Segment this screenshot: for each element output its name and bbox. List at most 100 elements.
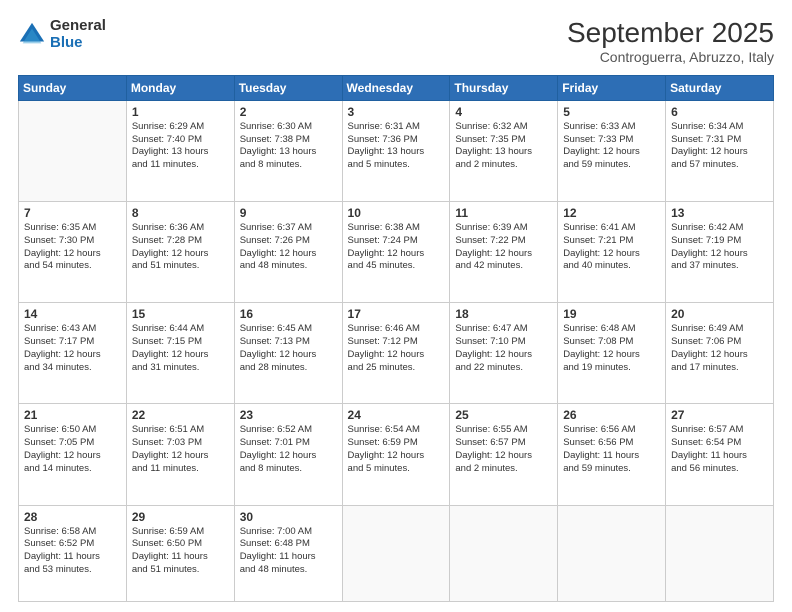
- day-info: Sunrise: 6:30 AMSunset: 7:38 PMDaylight:…: [240, 121, 337, 172]
- calendar-cell: 24Sunrise: 6:54 AMSunset: 6:59 PMDayligh…: [342, 404, 450, 505]
- calendar-cell: 3 Sunrise: 6:31 AMSunset: 7:36 PMDaylight…: [342, 100, 450, 201]
- calendar-title: September 2025: [567, 18, 774, 49]
- day-info: Sunrise: 6:31 AMSunset: 7:36 PMDaylight:…: [348, 121, 445, 172]
- calendar-cell: 5 Sunrise: 6:33 AMSunset: 7:33 PMDaylight…: [558, 100, 666, 201]
- day-info: Sunrise: 6:32 AMSunset: 7:35 PMDaylight:…: [455, 121, 552, 172]
- calendar-cell: 21Sunrise: 6:50 AMSunset: 7:05 PMDayligh…: [19, 404, 127, 505]
- header-monday: Monday: [126, 75, 234, 100]
- calendar-cell: 26 Sunrise: 6:56 AMSunset: 6:56 PMDayligh…: [558, 404, 666, 505]
- day-number: 22: [132, 408, 229, 422]
- calendar-cell: [558, 505, 666, 601]
- day-number: 12: [563, 206, 660, 220]
- day-info: Sunrise: 6:34 AMSunset: 7:31 PMDaylight:…: [671, 121, 768, 172]
- calendar-cell: 28 Sunrise: 6:58 AMSunset: 6:52 PMDayligh…: [19, 505, 127, 601]
- day-info: Sunrise: 6:51 AMSunset: 7:03 PMDaylight:…: [132, 424, 229, 475]
- day-number: 4: [455, 105, 552, 119]
- calendar-subtitle: Controguerra, Abruzzo, Italy: [567, 49, 774, 65]
- calendar-cell: [19, 100, 127, 201]
- calendar-cell: [450, 505, 558, 601]
- day-number: 9: [240, 206, 337, 220]
- day-number: 15: [132, 307, 229, 321]
- calendar-cell: 14 Sunrise: 6:43 AMSunset: 7:17 PMDayligh…: [19, 303, 127, 404]
- day-info: Sunrise: 6:39 AMSunset: 7:22 PMDaylight:…: [455, 222, 552, 273]
- header: General Blue September 2025 Controguerra…: [18, 18, 774, 65]
- day-number: 30: [240, 510, 337, 524]
- calendar-week-1: 7Sunrise: 6:35 AMSunset: 7:30 PMDaylight…: [19, 201, 774, 302]
- header-saturday: Saturday: [666, 75, 774, 100]
- day-info: Sunrise: 7:00 AMSunset: 6:48 PMDaylight:…: [240, 526, 337, 577]
- calendar-cell: 20 Sunrise: 6:49 AMSunset: 7:06 PMDayligh…: [666, 303, 774, 404]
- day-number: 10: [348, 206, 445, 220]
- day-info: Sunrise: 6:45 AMSunset: 7:13 PMDaylight:…: [240, 323, 337, 374]
- day-number: 25: [455, 408, 552, 422]
- day-number: 14: [24, 307, 121, 321]
- header-row: Sunday Monday Tuesday Wednesday Thursday…: [19, 75, 774, 100]
- day-number: 19: [563, 307, 660, 321]
- day-number: 16: [240, 307, 337, 321]
- day-number: 20: [671, 307, 768, 321]
- calendar-cell: 19 Sunrise: 6:48 AMSunset: 7:08 PMDayligh…: [558, 303, 666, 404]
- day-info: Sunrise: 6:48 AMSunset: 7:08 PMDaylight:…: [563, 323, 660, 374]
- day-number: 28: [24, 510, 121, 524]
- calendar-cell: 9 Sunrise: 6:37 AMSunset: 7:26 PMDaylight…: [234, 201, 342, 302]
- day-number: 26: [563, 408, 660, 422]
- day-info: Sunrise: 6:56 AMSunset: 6:56 PMDaylight:…: [563, 424, 660, 475]
- calendar-cell: 29 Sunrise: 6:59 AMSunset: 6:50 PMDayligh…: [126, 505, 234, 601]
- day-number: 1: [132, 105, 229, 119]
- day-info: Sunrise: 6:41 AMSunset: 7:21 PMDaylight:…: [563, 222, 660, 273]
- calendar-body: 1 Sunrise: 6:29 AMSunset: 7:40 PMDaylight…: [19, 100, 774, 601]
- day-number: 11: [455, 206, 552, 220]
- day-info: Sunrise: 6:29 AMSunset: 7:40 PMDaylight:…: [132, 121, 229, 172]
- day-number: 2: [240, 105, 337, 119]
- day-info: Sunrise: 6:38 AMSunset: 7:24 PMDaylight:…: [348, 222, 445, 273]
- calendar-cell: 8Sunrise: 6:36 AMSunset: 7:28 PMDaylight…: [126, 201, 234, 302]
- day-info: Sunrise: 6:55 AMSunset: 6:57 PMDaylight:…: [455, 424, 552, 475]
- calendar-cell: 11 Sunrise: 6:39 AMSunset: 7:22 PMDayligh…: [450, 201, 558, 302]
- calendar-header: Sunday Monday Tuesday Wednesday Thursday…: [19, 75, 774, 100]
- calendar-cell: 16 Sunrise: 6:45 AMSunset: 7:13 PMDayligh…: [234, 303, 342, 404]
- calendar-cell: [342, 505, 450, 601]
- day-number: 8: [132, 206, 229, 220]
- calendar-cell: 1 Sunrise: 6:29 AMSunset: 7:40 PMDaylight…: [126, 100, 234, 201]
- day-info: Sunrise: 6:58 AMSunset: 6:52 PMDaylight:…: [24, 526, 121, 577]
- day-info: Sunrise: 6:33 AMSunset: 7:33 PMDaylight:…: [563, 121, 660, 172]
- day-info: Sunrise: 6:49 AMSunset: 7:06 PMDaylight:…: [671, 323, 768, 374]
- logo-icon: [18, 21, 46, 49]
- calendar-cell: 4 Sunrise: 6:32 AMSunset: 7:35 PMDaylight…: [450, 100, 558, 201]
- logo-text: General Blue: [50, 18, 106, 51]
- day-info: Sunrise: 6:42 AMSunset: 7:19 PMDaylight:…: [671, 222, 768, 273]
- day-info: Sunrise: 6:50 AMSunset: 7:05 PMDaylight:…: [24, 424, 121, 475]
- day-number: 3: [348, 105, 445, 119]
- day-info: Sunrise: 6:44 AMSunset: 7:15 PMDaylight:…: [132, 323, 229, 374]
- header-sunday: Sunday: [19, 75, 127, 100]
- day-info: Sunrise: 6:46 AMSunset: 7:12 PMDaylight:…: [348, 323, 445, 374]
- header-tuesday: Tuesday: [234, 75, 342, 100]
- day-number: 18: [455, 307, 552, 321]
- day-number: 23: [240, 408, 337, 422]
- day-info: Sunrise: 6:54 AMSunset: 6:59 PMDaylight:…: [348, 424, 445, 475]
- calendar-cell: 7Sunrise: 6:35 AMSunset: 7:30 PMDaylight…: [19, 201, 127, 302]
- day-info: Sunrise: 6:59 AMSunset: 6:50 PMDaylight:…: [132, 526, 229, 577]
- day-number: 6: [671, 105, 768, 119]
- calendar-cell: 6 Sunrise: 6:34 AMSunset: 7:31 PMDaylight…: [666, 100, 774, 201]
- calendar-cell: 2 Sunrise: 6:30 AMSunset: 7:38 PMDaylight…: [234, 100, 342, 201]
- day-info: Sunrise: 6:57 AMSunset: 6:54 PMDaylight:…: [671, 424, 768, 475]
- title-block: September 2025 Controguerra, Abruzzo, It…: [567, 18, 774, 65]
- day-info: Sunrise: 6:47 AMSunset: 7:10 PMDaylight:…: [455, 323, 552, 374]
- day-info: Sunrise: 6:43 AMSunset: 7:17 PMDaylight:…: [24, 323, 121, 374]
- day-info: Sunrise: 6:37 AMSunset: 7:26 PMDaylight:…: [240, 222, 337, 273]
- day-number: 29: [132, 510, 229, 524]
- calendar-cell: 30 Sunrise: 7:00 AMSunset: 6:48 PMDayligh…: [234, 505, 342, 601]
- calendar-cell: 17Sunrise: 6:46 AMSunset: 7:12 PMDayligh…: [342, 303, 450, 404]
- calendar-cell: [666, 505, 774, 601]
- calendar-cell: 15 Sunrise: 6:44 AMSunset: 7:15 PMDayligh…: [126, 303, 234, 404]
- day-info: Sunrise: 6:35 AMSunset: 7:30 PMDaylight:…: [24, 222, 121, 273]
- logo-general-text: General: [50, 18, 106, 35]
- calendar-week-0: 1 Sunrise: 6:29 AMSunset: 7:40 PMDaylight…: [19, 100, 774, 201]
- day-number: 5: [563, 105, 660, 119]
- calendar-week-2: 14 Sunrise: 6:43 AMSunset: 7:17 PMDayligh…: [19, 303, 774, 404]
- calendar-week-3: 21Sunrise: 6:50 AMSunset: 7:05 PMDayligh…: [19, 404, 774, 505]
- header-wednesday: Wednesday: [342, 75, 450, 100]
- day-number: 27: [671, 408, 768, 422]
- page: General Blue September 2025 Controguerra…: [0, 0, 792, 612]
